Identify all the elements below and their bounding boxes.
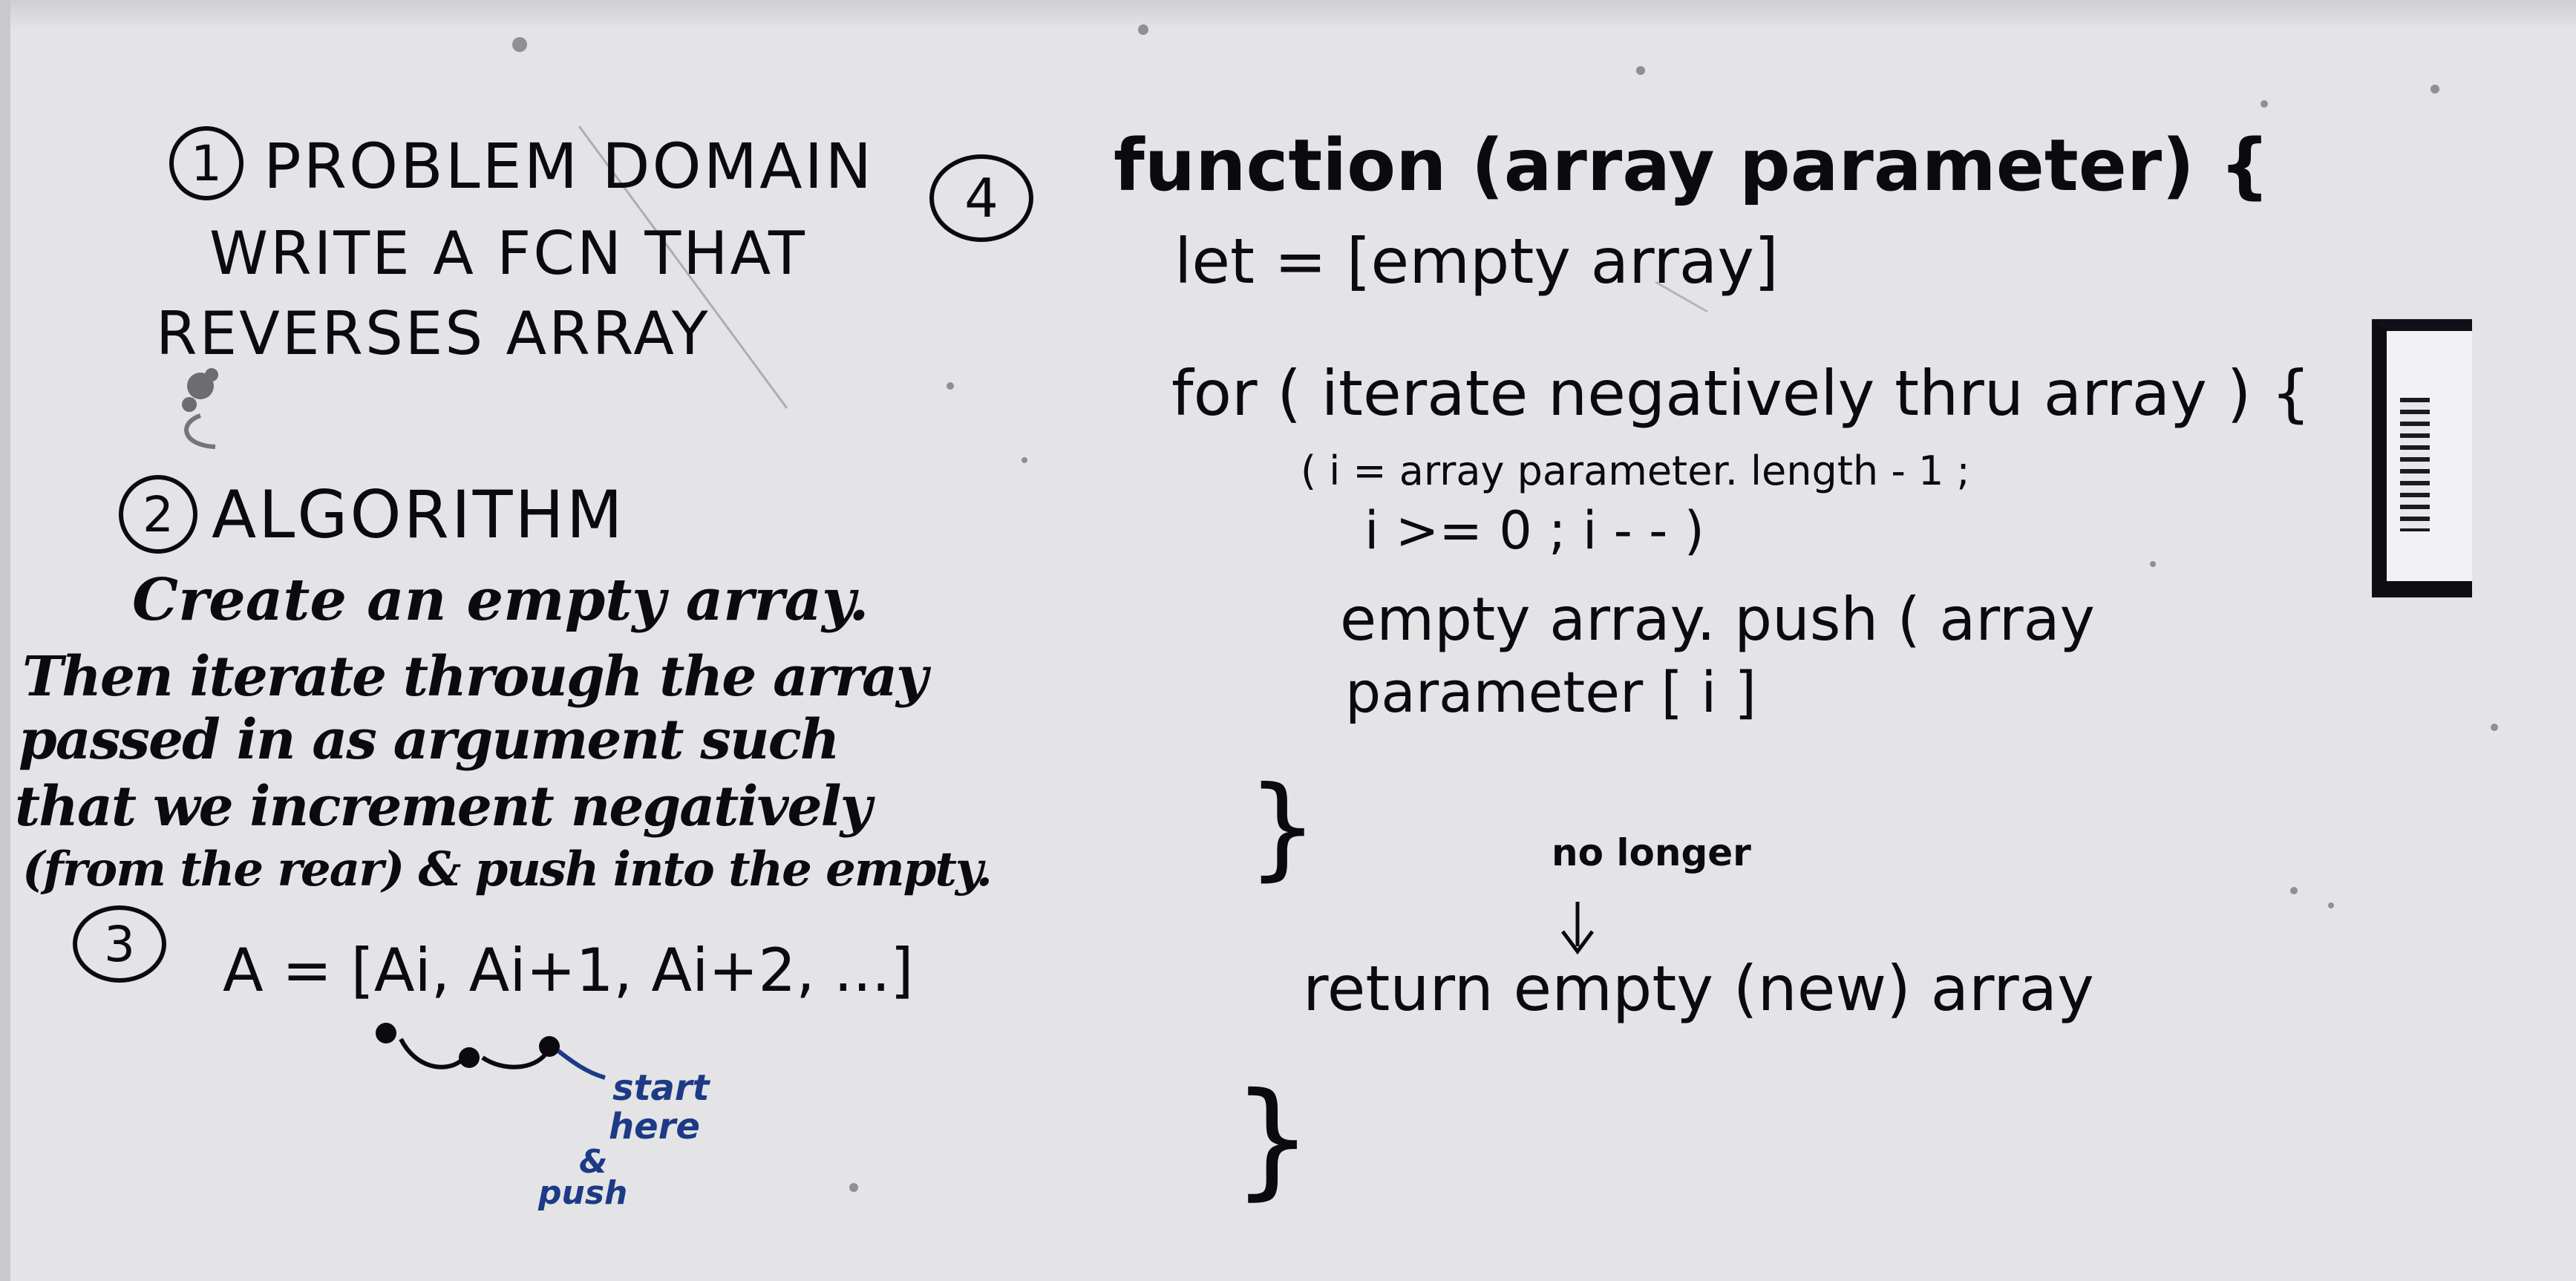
- whiteboard: 1 PROBLEM DOMAIN WRITE A FCN THAT REVERS…: [0, 0, 2576, 1281]
- code-line-close-function: }: [1232, 1066, 1313, 1213]
- code-line-return: return empty (new) array: [1303, 952, 2094, 1025]
